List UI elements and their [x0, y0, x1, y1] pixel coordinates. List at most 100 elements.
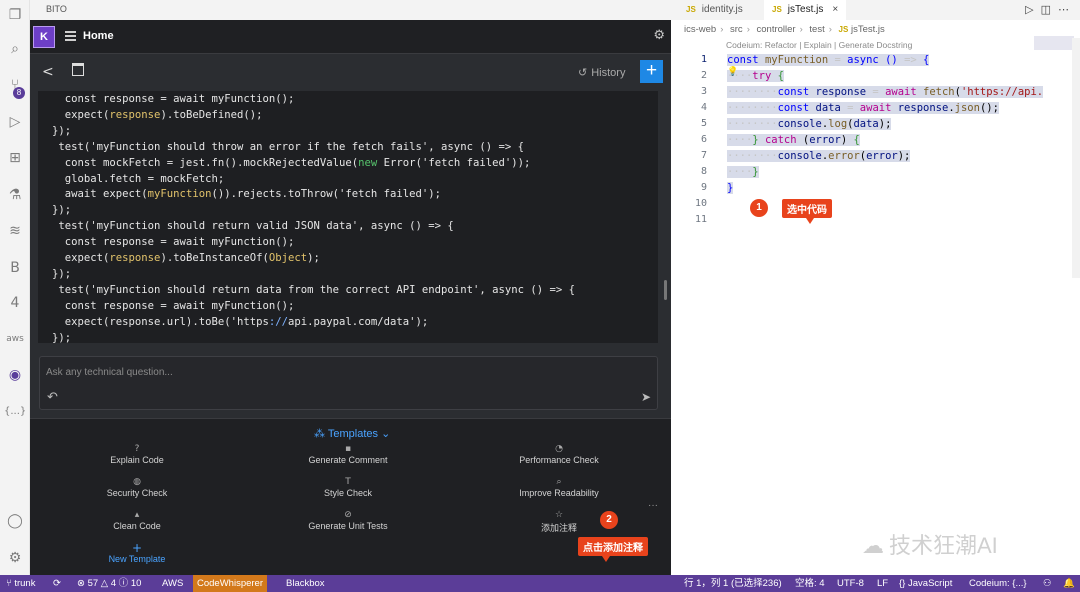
code-line: const myFunction = async () => { — [727, 54, 930, 66]
avatar[interactable]: K — [33, 26, 55, 48]
panel-titlebar: BITO — [30, 0, 672, 20]
settings-icon[interactable]: ⚙ — [4, 547, 26, 569]
code-line: expect(response.url).toBe('https://api.p… — [52, 315, 429, 328]
text-style-icon: T — [345, 477, 351, 487]
problems-status[interactable]: ⊗ 57 △ 4 ⓘ 10 — [77, 575, 141, 592]
bito-header: K Home ⚙ — [30, 20, 671, 54]
editor-scrollbar[interactable] — [1072, 38, 1080, 278]
breadcrumb-item[interactable]: test — [809, 24, 824, 35]
language-label: JavaScript — [908, 578, 953, 589]
template-style-check[interactable]: T Style Check — [268, 476, 428, 498]
tab-label: jsTest.js — [787, 4, 824, 15]
code-line: const response = await myFunction(); — [52, 93, 295, 105]
notifications-icon[interactable]: 🔔 — [1063, 575, 1075, 592]
split-editor-icon[interactable]: ◫ — [1041, 3, 1058, 16]
bito-toolbar: < ↺ History + — [30, 55, 671, 91]
share-icon[interactable]: < — [42, 64, 54, 80]
breadcrumb-item[interactable]: controller — [757, 24, 796, 35]
template-performance-check[interactable]: ◔ Performance Check — [479, 443, 639, 465]
indent-status[interactable]: 空格: 4 — [795, 575, 825, 592]
history-icon: ↺ — [578, 66, 588, 79]
code-line: test('myFunction should throw an error i… — [52, 140, 524, 153]
git-lens-icon[interactable]: ≋ — [4, 220, 26, 242]
language-status[interactable]: {} JavaScript — [899, 575, 952, 592]
json-icon[interactable]: {...} — [4, 401, 26, 423]
question-input[interactable] — [46, 364, 626, 380]
eol-status[interactable]: LF — [877, 575, 888, 592]
template-label: Style Check — [323, 488, 373, 498]
codewhisperer-status[interactable]: CodeWhisperer — [193, 575, 267, 592]
status-bar: ⑂ trunk ⟳ ⊗ 57 △ 4 ⓘ 10 AWS CodeWhispere… — [0, 575, 1080, 592]
breadcrumb-item[interactable]: src — [730, 24, 743, 35]
four-icon[interactable]: 4 — [4, 292, 26, 314]
codeium-status[interactable]: Codeium: {...} — [969, 575, 1027, 592]
run-icon[interactable]: ▷ — [1025, 3, 1040, 16]
menu-icon[interactable] — [65, 31, 76, 41]
codelens[interactable]: Codeium: Refactor | Explain | Generate D… — [726, 40, 912, 50]
line-number: 1 — [700, 54, 707, 65]
code-line: const mockFetch = jest.fn().mockRejected… — [52, 156, 531, 169]
close-icon[interactable]: × — [832, 4, 838, 15]
lightbulb-icon[interactable]: 💡 — [727, 67, 738, 77]
test-icon: ⊘ — [344, 510, 352, 520]
code-line: const response = await myFunction(); — [52, 299, 295, 312]
bito-icon[interactable]: ◉ — [4, 364, 26, 386]
account-icon[interactable]: ◯ — [4, 510, 26, 532]
run-debug-icon[interactable]: ▷ — [4, 111, 26, 133]
branch-status[interactable]: ⑂ trunk — [6, 575, 35, 592]
files-icon[interactable]: ❐ — [4, 4, 26, 26]
new-template-button[interactable]: + New Template — [57, 542, 217, 564]
branch-label: trunk — [14, 578, 36, 589]
template-generate-unit-tests[interactable]: ⊘ Generate Unit Tests — [268, 509, 428, 531]
sync-icon[interactable]: ⟳ — [53, 575, 61, 592]
tab-identity-js[interactable]: JS identity.js — [680, 0, 749, 20]
template-clean-code[interactable]: ▴ Clean Code — [57, 509, 217, 531]
editor-code[interactable]: 1 2 3 4 5 6 7 8 9 10 11 const myFunction… — [672, 52, 1044, 232]
panel-scrollbar[interactable] — [664, 280, 667, 300]
breadcrumb-item[interactable]: jsTest.js — [851, 24, 885, 35]
watermark-text: 技术狂潮AI — [889, 533, 998, 558]
code-line: test('myFunction should return valid JSO… — [52, 220, 454, 233]
new-chat-button[interactable]: + — [640, 60, 663, 83]
trash-icon[interactable] — [72, 63, 84, 76]
more-icon[interactable]: ··· — [648, 500, 658, 511]
search-icon[interactable]: ⌕ — [4, 38, 26, 60]
undo-icon[interactable]: ↶ — [47, 390, 58, 405]
template-explain-code[interactable]: ? Explain Code — [57, 443, 217, 465]
broom-icon: ▴ — [134, 510, 140, 520]
editor-tabs: JS identity.js JS jsTest.js × ▷◫⋯ — [672, 0, 1080, 20]
aws-icon[interactable]: aws — [4, 328, 26, 350]
watermark: ☁ 技术狂潮AI — [862, 528, 998, 560]
code-line: expect(response).toBeInstanceOf(Object); — [52, 252, 320, 265]
minimap[interactable] — [1034, 36, 1074, 50]
line-number: 8 — [700, 166, 707, 177]
testing-icon[interactable]: ⚗ — [4, 184, 26, 206]
line-number: 3 — [700, 86, 707, 97]
line-number: 10 — [694, 198, 707, 209]
line-number: 5 — [700, 118, 707, 129]
template-generate-comment[interactable]: ▪ Generate Comment — [268, 443, 428, 465]
templates-toggle[interactable]: ⁂ Templates ⌄ — [314, 427, 390, 440]
account-status-icon[interactable]: ⚇ — [1043, 575, 1052, 592]
extensions-icon[interactable]: ⊞ — [4, 147, 26, 169]
tab-jstest-js[interactable]: JS jsTest.js × — [764, 0, 847, 20]
page-title[interactable]: Home — [83, 30, 114, 42]
bito-panel: K Home ⚙ < ↺ History + const response = a… — [30, 20, 671, 575]
b-icon[interactable]: B — [4, 257, 26, 279]
history-button[interactable]: ↺ History — [578, 66, 625, 79]
more-actions-icon[interactable]: ⋯ — [1058, 3, 1076, 16]
template-improve-readability[interactable]: ⌕ Improve Readability — [479, 476, 639, 498]
code-line: ········const data = await response.json… — [727, 102, 999, 114]
code-line: test('myFunction should return data from… — [52, 283, 575, 296]
gauge-icon: ◔ — [555, 444, 563, 454]
activity-bar: ❐ ⌕ ⑂ 8 ▷ ⊞ ⚗ ≋ B 4 aws ◉ {...} ◯ ⚙ — [0, 0, 30, 575]
template-security-check[interactable]: ◍ Security Check — [57, 476, 217, 498]
cursor-position[interactable]: 行 1，列 1 (已选择236) — [684, 575, 782, 592]
gear-icon[interactable]: ⚙ — [653, 28, 665, 43]
breadcrumb-item[interactable]: ics-web — [684, 24, 716, 35]
send-icon[interactable]: ➤ — [641, 390, 651, 404]
new-template-label: New Template — [108, 554, 166, 564]
aws-status[interactable]: AWS — [162, 575, 183, 592]
encoding-status[interactable]: UTF-8 — [837, 575, 864, 592]
blackbox-status[interactable]: Blackbox — [286, 575, 325, 592]
